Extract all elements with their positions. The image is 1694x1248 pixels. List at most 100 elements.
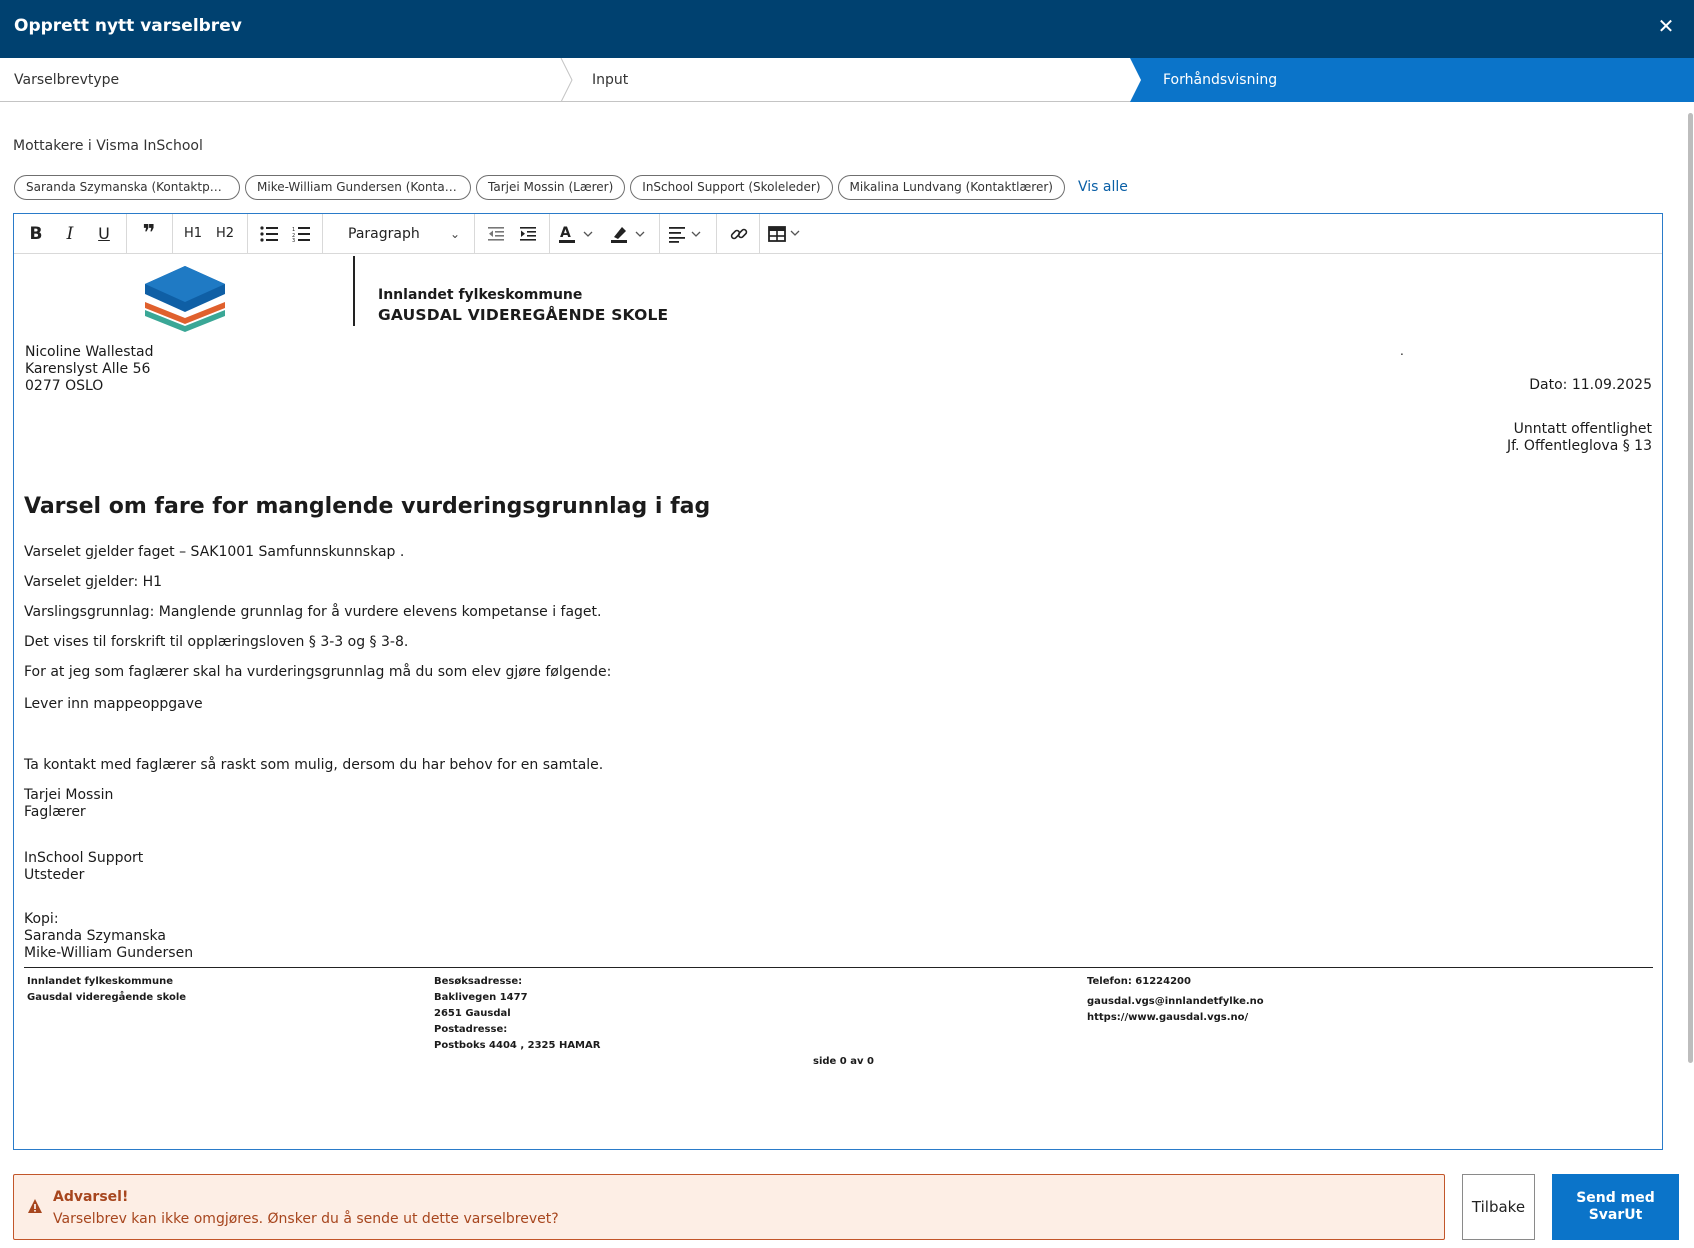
recipient-address: Nicoline Wallestad Karenslyst Alle 56 02… (25, 344, 154, 395)
recipient-postal: 0277 OSLO (25, 378, 104, 394)
footer-line: Besøksadresse: (434, 976, 523, 987)
letter-paragraph: For at jeg som faglærer skal ha vurderin… (24, 664, 612, 680)
step-forhandsvisning[interactable]: Forhåndsvisning (1163, 58, 1277, 102)
footer-divider (24, 967, 1653, 968)
copy-recipient: Mike-William Gundersen (24, 945, 194, 961)
indent-icon[interactable] (514, 214, 542, 254)
letter-paragraph: Det vises til forskrift til opplæringslo… (24, 634, 409, 650)
toolbar-divider (549, 214, 550, 254)
school-logo (141, 264, 229, 340)
recipient-chips: Saranda Szymanska (Kontaktperson) Mike-W… (14, 174, 1128, 200)
school-name: GAUSDAL VIDEREGÅENDE SKOLE (378, 306, 669, 324)
footer-line: Innlandet fylkeskommune (27, 976, 173, 987)
numbered-list-icon[interactable]: 123 (286, 214, 316, 254)
toolbar-divider (659, 214, 660, 254)
letter-document[interactable]: Innlandet fylkeskommune GAUSDAL VIDEREGÅ… (14, 254, 1662, 1149)
stray-dot: . (1400, 344, 1404, 358)
close-icon[interactable]: ✕ (1652, 12, 1680, 40)
svg-text:3: 3 (292, 238, 295, 242)
heading2-button[interactable]: H2 (210, 214, 240, 254)
rich-text-editor[interactable]: B I U ❞ H1 H2 123 Paragraph ⌄ A Innlande… (13, 213, 1663, 1150)
toolbar-divider (759, 214, 760, 254)
footer-line: Telefon: 61224200 (1087, 976, 1191, 987)
recipient-chip[interactable]: InSchool Support (Skoleleder) (630, 174, 833, 200)
copy-recipient: Saranda Szymanska (24, 928, 166, 944)
underline-icon[interactable]: U (90, 214, 118, 254)
warning-alert: Advarsel! Varselbrev kan ikke omgjøres. … (13, 1174, 1445, 1240)
footer-org: Innlandet fylkeskommune Gausdal videregå… (27, 974, 186, 1006)
step-input[interactable]: Input (592, 58, 628, 102)
scrollbar-thumb[interactable] (1688, 113, 1693, 1063)
recipient-street: Karenslyst Alle 56 (25, 361, 151, 377)
letter-paragraph: Varslingsgrunnlag: Manglende grunnlag fo… (24, 604, 602, 620)
italic-icon[interactable]: I (56, 214, 84, 254)
toolbar-divider (247, 214, 248, 254)
classification: Unntatt offentlighet Jf. Offentleglova §… (1507, 421, 1652, 455)
footer-contact: Telefon: 61224200 gausdal.vgs@innlandetf… (1087, 974, 1264, 1026)
classification-line: Jf. Offentleglova § 13 (1506, 438, 1652, 454)
chevron-down-icon: ⌄ (449, 227, 460, 241)
letter-date: Dato: 11.09.2025 (1529, 377, 1652, 393)
outdent-icon[interactable] (482, 214, 510, 254)
toolbar-divider (322, 214, 323, 254)
svg-text:A: A (560, 225, 571, 241)
footer-address: Besøksadresse: Baklivegen 1477 2651 Gaus… (434, 974, 600, 1054)
editor-scrollbar[interactable] (1686, 103, 1694, 1148)
footer-line: https://www.gausdal.vgs.no/ (1087, 1012, 1249, 1023)
editor-toolbar: B I U ❞ H1 H2 123 Paragraph ⌄ A (14, 214, 1662, 254)
letter-paragraph: Ta kontakt med faglærer så raskt som mul… (24, 757, 604, 773)
bold-icon[interactable]: B (22, 214, 50, 254)
recipient-chip[interactable]: Mike-William Gundersen (Kontaktperson) (245, 174, 471, 200)
footer-line: 2651 Gausdal (434, 1008, 511, 1019)
signer-block: Tarjei Mossin Faglærer (24, 787, 113, 821)
footer-line: Baklivegen 1477 (434, 992, 528, 1003)
toolbar-divider (474, 214, 475, 254)
toolbar-divider (126, 214, 127, 254)
org-name: Innlandet fylkeskommune (378, 287, 583, 303)
align-icon[interactable] (669, 214, 709, 254)
step-varselbrevtype[interactable]: Varselbrevtype (14, 58, 119, 102)
chevron-right-icon (560, 58, 574, 102)
text-color-icon[interactable]: A (558, 214, 600, 254)
toolbar-divider (716, 214, 717, 254)
page-number: side 0 av 0 (813, 1056, 874, 1067)
signer-name: Tarjei Mossin (24, 787, 114, 803)
paragraph-format-select[interactable]: Paragraph ⌄ (334, 214, 472, 254)
heading1-button[interactable]: H1 (178, 214, 208, 254)
warning-icon (27, 1198, 43, 1214)
recipient-chip[interactable]: Tarjei Mossin (Lærer) (476, 174, 626, 200)
footer-line: Gausdal videregående skole (27, 992, 187, 1003)
bullet-list-icon[interactable] (254, 214, 284, 254)
letter-paragraph: Varselet gjelder faget – SAK1001 Samfunn… (24, 544, 405, 560)
quote-icon[interactable]: ❞ (134, 214, 164, 254)
paragraph-format-value: Paragraph (348, 226, 420, 242)
copy-label: Kopi: (24, 911, 59, 927)
link-icon[interactable] (724, 214, 754, 254)
send-svarut-button[interactable]: Send med SvarUt (1552, 1174, 1679, 1240)
table-icon[interactable] (768, 214, 808, 254)
recipient-chip[interactable]: Mikalina Lundvang (Kontaktlærer) (837, 174, 1065, 200)
recipient-name: Nicoline Wallestad (25, 344, 154, 360)
recipients-label: Mottakere i Visma InSchool (13, 138, 203, 154)
letter-title: Varsel om fare for manglende vurderingsg… (24, 494, 711, 519)
highlight-icon[interactable] (610, 214, 652, 254)
copy-block: Kopi: Saranda Szymanska Mike-William Gun… (24, 911, 193, 962)
signer-role: Faglærer (24, 804, 86, 820)
header-divider (353, 256, 355, 326)
footer-line: gausdal.vgs@innlandetfylke.no (1087, 996, 1264, 1007)
warning-title: Advarsel! (53, 1189, 129, 1205)
footer-line: Postboks 4404 , 2325 HAMAR (434, 1040, 601, 1051)
letter-paragraph: Varselet gjelder: H1 (24, 574, 163, 590)
back-button[interactable]: Tilbake (1462, 1174, 1535, 1240)
footer-line: Postadresse: (434, 1024, 508, 1035)
letter-paragraph: Lever inn mappeoppgave (24, 696, 203, 712)
classification-line: Unntatt offentlighet (1513, 421, 1652, 437)
recipient-chip[interactable]: Saranda Szymanska (Kontaktperson) (14, 174, 240, 200)
show-all-link[interactable]: Vis alle (1078, 179, 1128, 195)
issuer-role: Utsteder (24, 867, 85, 883)
issuer-block: InSchool Support Utsteder (24, 850, 143, 884)
dialog-title: Opprett nytt varselbrev (14, 16, 242, 36)
dialog-header: Opprett nytt varselbrev ✕ (0, 0, 1694, 58)
issuer-name: InSchool Support (24, 850, 144, 866)
toolbar-divider (172, 214, 173, 254)
